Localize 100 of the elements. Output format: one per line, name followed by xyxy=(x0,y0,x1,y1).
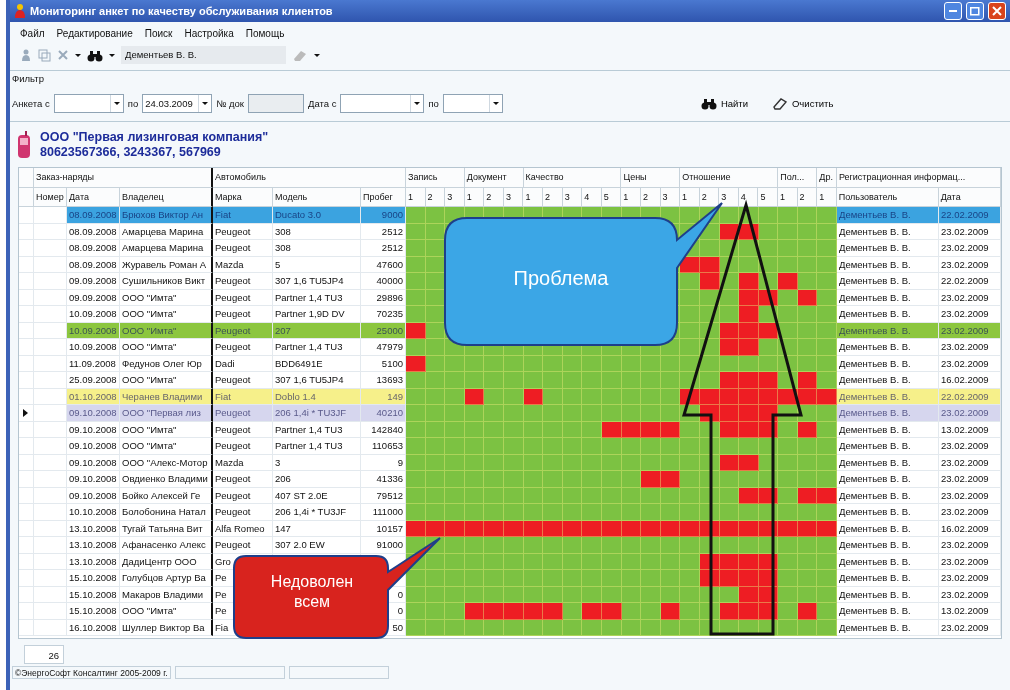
table-cell: BDD6491E xyxy=(273,355,361,372)
column-group-header[interactable]: Документ xyxy=(464,168,524,188)
column-header[interactable]: 1 xyxy=(817,187,837,207)
column-header[interactable]: 1 xyxy=(406,187,426,207)
delete-icon[interactable] xyxy=(57,49,69,61)
table-cell: 206 xyxy=(273,471,361,488)
caret-icon[interactable] xyxy=(202,102,209,106)
clear-button[interactable]: Очистить xyxy=(768,96,838,112)
table-cell: Peugeot xyxy=(213,306,273,323)
table-cell: Афанасенко Алекс xyxy=(120,537,213,554)
maximize-button[interactable] xyxy=(966,2,984,20)
empty-cell xyxy=(34,487,67,504)
table-cell: Дементьев В. В. xyxy=(837,273,939,290)
eraser-icon xyxy=(772,96,788,112)
column-group-header[interactable]: Др. xyxy=(817,168,837,188)
column-group-header[interactable]: Цены xyxy=(621,168,681,188)
search-icon[interactable] xyxy=(87,48,103,62)
empty-cell xyxy=(34,504,67,521)
copy-icon[interactable] xyxy=(38,48,51,62)
column-header[interactable]: 5 xyxy=(758,187,778,207)
table-cell: ООО "Имта" xyxy=(120,289,213,306)
table-cell: 13.10.2008 xyxy=(67,520,120,537)
caret-icon[interactable] xyxy=(109,53,115,57)
column-header[interactable]: Модель xyxy=(273,187,361,207)
phone-icon xyxy=(16,129,32,160)
table-cell: Peugeot xyxy=(213,504,273,521)
table-cell: 09.10.2008 xyxy=(67,471,120,488)
column-header[interactable]: 4 xyxy=(582,187,602,207)
column-group-header[interactable]: Автомобиль xyxy=(213,168,406,188)
column-group-header[interactable]: Пол... xyxy=(778,168,818,188)
table-cell: Partner 1,4 TU3 xyxy=(273,421,361,438)
caret-icon[interactable] xyxy=(113,102,120,106)
column-group-header[interactable]: Заказ-наряды xyxy=(34,168,213,188)
table-cell: 5 xyxy=(273,256,361,273)
table-cell: 23.02.2009 xyxy=(939,289,1001,306)
column-group-header[interactable]: Отношение xyxy=(680,168,779,188)
table-cell: 23.02.2009 xyxy=(939,504,1001,521)
caret-icon[interactable] xyxy=(314,53,320,57)
menu-item[interactable]: Файл xyxy=(20,25,45,41)
caret-icon[interactable] xyxy=(492,102,499,106)
table-cell: 23.02.2009 xyxy=(939,553,1001,570)
find-button[interactable]: Найти xyxy=(696,96,752,112)
column-header[interactable]: 1 xyxy=(680,187,700,207)
table-cell: 08.09.2008 xyxy=(67,256,120,273)
table-cell: ООО "Алекс-Мотор xyxy=(120,454,213,471)
combo-box[interactable]: 24.03.2009 xyxy=(142,94,213,114)
table-cell: 308 xyxy=(273,240,361,257)
table-cell: Дементьев В. В. xyxy=(837,553,939,570)
table-cell: Журавель Роман А xyxy=(120,256,213,273)
table-cell: Дементьев В. В. xyxy=(837,520,939,537)
column-header[interactable]: 3 xyxy=(445,187,465,207)
menu-item[interactable]: Редактирование xyxy=(56,25,133,41)
input-field[interactable] xyxy=(248,94,304,114)
field-label: № док xyxy=(216,96,244,111)
column-header[interactable]: Владелец xyxy=(120,187,213,207)
empty-cell xyxy=(34,273,67,290)
column-header[interactable]: Дата xyxy=(67,187,120,207)
table-cell: Peugeot xyxy=(213,372,273,389)
table-cell: 15.10.2008 xyxy=(67,603,120,620)
column-header[interactable]: Марка xyxy=(213,187,273,207)
caret-icon[interactable] xyxy=(75,53,81,57)
field-label: по xyxy=(428,96,439,111)
menu-item[interactable]: Поиск xyxy=(144,25,173,41)
column-group-header[interactable]: Качество xyxy=(523,168,622,188)
table-cell: Шуллер Виктор Ва xyxy=(120,619,213,636)
empty-cell xyxy=(34,339,67,356)
person-icon[interactable] xyxy=(20,48,32,62)
column-header[interactable]: 1 xyxy=(621,187,641,207)
column-header[interactable]: Пробег xyxy=(361,187,406,207)
column-group-header[interactable]: Регистрационная информац... xyxy=(836,168,1001,188)
window-title: Мониторинг анкет по качеству обслуживания клиентов xyxy=(30,3,333,19)
menu-item[interactable]: Настройка xyxy=(184,25,234,41)
table-cell: 3 xyxy=(273,454,361,471)
column-header[interactable]: 2 xyxy=(543,187,563,207)
table-cell: 307 2.0 EW xyxy=(273,537,361,554)
close-button[interactable] xyxy=(988,2,1006,20)
table-cell: 23.02.2009 xyxy=(939,454,1001,471)
user-field[interactable]: Дементьев В. В. xyxy=(121,46,286,64)
table-cell: 23.02.2009 xyxy=(939,471,1001,488)
table-cell: 09.09.2008 xyxy=(67,273,120,290)
table-cell: 16.02.2009 xyxy=(939,372,1001,389)
empty-cell xyxy=(34,586,67,603)
column-group-header[interactable]: Запись xyxy=(406,168,465,188)
table-cell: Дементьев В. В. xyxy=(837,537,939,554)
caret-icon[interactable] xyxy=(414,102,421,106)
empty-cell xyxy=(34,372,67,389)
table-cell: 15.10.2008 xyxy=(67,586,120,603)
column-header[interactable]: 1 xyxy=(523,187,544,207)
row-header[interactable] xyxy=(19,405,34,422)
menu-item[interactable]: Помощь xyxy=(245,25,285,41)
table-cell: 13.02.2009 xyxy=(939,421,1001,438)
table-cell: Амарцева Марина xyxy=(120,223,213,240)
empty-cell xyxy=(34,355,67,372)
column-header[interactable]: 2 xyxy=(484,187,504,207)
minimize-icon xyxy=(949,10,957,12)
table-cell: 08.09.2008 xyxy=(67,207,120,224)
minimize-button[interactable] xyxy=(944,2,962,20)
table-cell: Peugeot xyxy=(213,240,273,257)
table-cell: Дементьев В. В. xyxy=(837,438,939,455)
empty-cell xyxy=(34,454,67,471)
